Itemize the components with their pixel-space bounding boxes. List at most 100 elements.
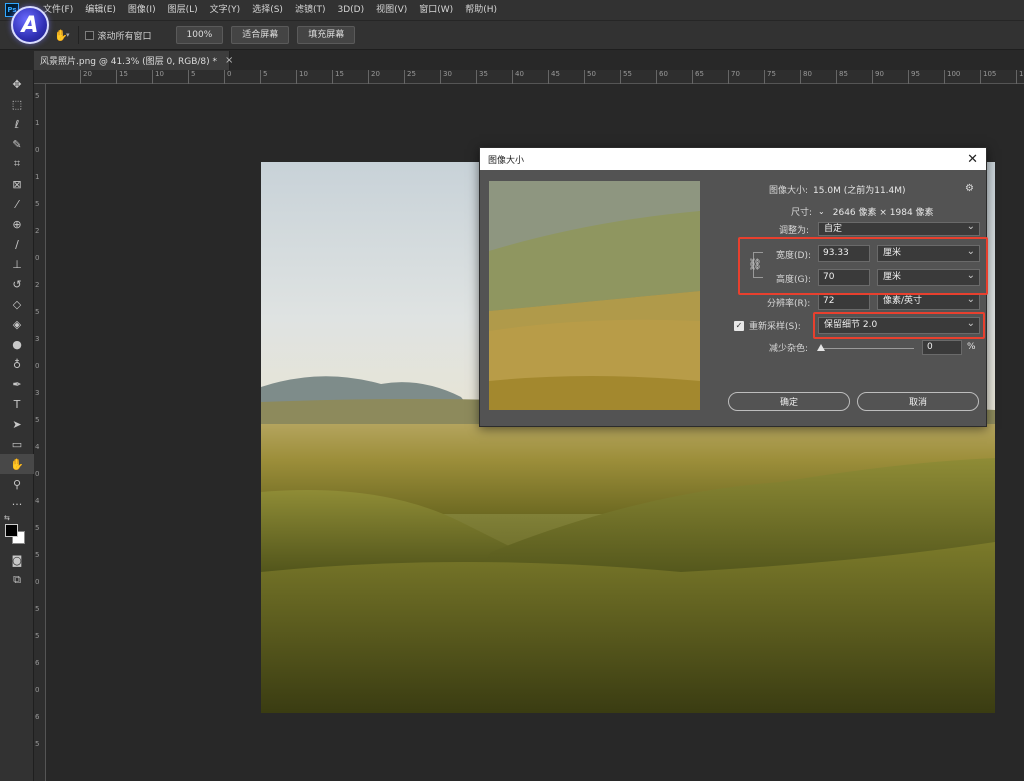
more-icon[interactable]: ··· (0, 494, 34, 514)
scroll-all-windows-option[interactable]: 滚动所有窗口 (84, 29, 152, 42)
menu-window[interactable]: 窗口(W) (413, 0, 459, 20)
color-swatches[interactable]: ⇆ (0, 514, 34, 550)
paint-bucket-icon[interactable]: ◈ (0, 314, 34, 334)
lasso-icon[interactable]: ℓ (0, 114, 34, 134)
ruler-label: 5 (35, 200, 40, 208)
highlight-box-dimensions (738, 237, 988, 295)
ruler-label: 6 (35, 659, 40, 667)
screen-mode-icon[interactable]: ⧉ (0, 570, 34, 590)
document-tab[interactable]: 风景照片.png @ 41.3% (图层 0, RGB/8) * × (34, 51, 233, 70)
path-select-icon[interactable]: ➤ (0, 414, 34, 434)
ruler-label: 4 (35, 497, 40, 505)
cancel-button[interactable]: 取消 (857, 392, 979, 411)
gear-icon[interactable]: ⚙ (965, 183, 974, 194)
ruler-tick: 110 (1016, 70, 1024, 84)
eraser-icon[interactable]: ◇ (0, 294, 34, 314)
chevron-down-icon[interactable]: ▾ (66, 31, 70, 39)
dodge-icon[interactable]: ♁ (0, 354, 34, 374)
eyedropper-icon[interactable]: ⁄ (0, 194, 34, 214)
fill-screen-button[interactable]: 填充屏幕 (297, 26, 356, 44)
fit-to-row: 调整为: (779, 223, 809, 236)
menu-select[interactable]: 选择(S) (246, 0, 289, 20)
move-icon[interactable]: ✥ (0, 74, 34, 94)
dialog-title: 图像大小 (488, 155, 525, 166)
noise-input[interactable]: 0 (922, 340, 962, 355)
ruler-tick: 70 (728, 70, 740, 84)
rectangle-icon[interactable]: ▭ (0, 434, 34, 454)
fit-to-select[interactable]: 自定 (818, 221, 980, 236)
menu-help[interactable]: 帮助(H) (459, 0, 503, 20)
scroll-all-windows-checkbox[interactable] (84, 30, 94, 40)
tools-panel: ✥ ⬚ ℓ ✎ ⌗ ⊠ ⁄ ⊕ ∕ ⊥ ↺ ◇ ◈ ● ♁ ✒ T ➤ ▭ ✋ … (0, 70, 34, 781)
ruler-label: 5 (35, 551, 40, 559)
ok-button[interactable]: 确定 (728, 392, 850, 411)
ruler-tick: 5 (260, 70, 267, 84)
resample-row: ✓ 重新采样(S): (734, 319, 801, 332)
hand-icon[interactable]: ✋ (0, 454, 34, 474)
ruler-label: 5 (35, 524, 40, 532)
ruler-tick: 20 (368, 70, 380, 84)
ruler-label: 0 (35, 686, 40, 694)
image-preview[interactable] (489, 181, 700, 410)
noise-slider-thumb[interactable] (817, 344, 825, 351)
ruler-label: 5 (35, 308, 40, 316)
close-icon[interactable]: ✕ (967, 152, 978, 167)
ruler-label: 6 (35, 713, 40, 721)
ruler-label: 1 (35, 173, 40, 181)
ruler-tick: 10 (296, 70, 308, 84)
menu-view[interactable]: 视图(V) (370, 0, 413, 20)
ruler-tick: 30 (440, 70, 452, 84)
foreground-color-swatch[interactable] (5, 524, 18, 537)
zoom-icon[interactable]: ⚲ (0, 474, 34, 494)
type-icon[interactable]: T (0, 394, 34, 414)
fit-to-label: 调整为: (779, 226, 810, 236)
swap-colors-icon[interactable]: ⇆ (4, 514, 10, 522)
dimensions-value: 2646 像素 × 1984 像素 (832, 208, 934, 218)
ruler-tick: 0 (224, 70, 231, 84)
ruler-label: 0 (35, 254, 40, 262)
zoom-100-button[interactable]: 100% (175, 26, 224, 44)
menu-type[interactable]: 文字(Y) (204, 0, 247, 20)
ruler-tick: 60 (656, 70, 668, 84)
menu-filter[interactable]: 滤镜(T) (289, 0, 332, 20)
blur-icon[interactable]: ● (0, 334, 34, 354)
dialog-title-bar[interactable]: 图像大小 ✕ (480, 148, 986, 170)
dimensions-row: 尺寸: ⌄ 2646 像素 × 1984 像素 (791, 205, 934, 218)
pen-icon[interactable]: ✒ (0, 374, 34, 394)
quick-select-icon[interactable]: ✎ (0, 134, 34, 154)
history-brush-icon[interactable]: ↺ (0, 274, 34, 294)
frame-icon[interactable]: ⊠ (0, 174, 34, 194)
marquee-icon[interactable]: ⬚ (0, 94, 34, 114)
resolution-input[interactable]: 72 (818, 293, 870, 310)
ruler-tick: 40 (512, 70, 524, 84)
document-tab-bar: 风景照片.png @ 41.3% (图层 0, RGB/8) * × (34, 51, 1024, 70)
options-bar: ✋ ▾ 滚动所有窗口 100% 适合屏幕 填充屏幕 (0, 20, 1024, 50)
divider (77, 26, 79, 44)
crop-icon[interactable]: ⌗ (0, 154, 34, 174)
hand-tool-preset-icon[interactable]: ✋ (54, 29, 68, 42)
menu-edit[interactable]: 编辑(E) (79, 0, 122, 20)
chevron-down-icon[interactable]: ⌄ (818, 207, 825, 216)
ruler-tick: 65 (692, 70, 704, 84)
menu-3d[interactable]: 3D(D) (331, 0, 370, 20)
image-size-row: 图像大小: 15.0M (之前为11.4M) (769, 183, 906, 196)
brush-icon[interactable]: ∕ (0, 234, 34, 254)
resample-checkbox[interactable]: ✓ (734, 320, 744, 331)
ruler-tick: 75 (764, 70, 776, 84)
healing-icon[interactable]: ⊕ (0, 214, 34, 234)
horizontal-ruler: 20 15 10 5 0 5 10 15 20 25 30 35 40 45 50 55 60 65 70 75 80 8… (34, 70, 1024, 84)
fit-screen-button[interactable]: 适合屏幕 (231, 26, 290, 44)
ruler-tick: 20 (80, 70, 92, 84)
noise-unit: % (967, 342, 976, 352)
quick-mask-icon[interactable]: ◙ (0, 550, 34, 570)
resample-label: 重新采样(S): (749, 322, 801, 332)
stamp-icon[interactable]: ⊥ (0, 254, 34, 274)
menu-bar: Ps 文件(F) 编辑(E) 图像(I) 图层(L) 文字(Y) 选择(S) 滤… (0, 0, 1024, 20)
menu-layer[interactable]: 图层(L) (162, 0, 204, 20)
close-icon[interactable]: × (225, 55, 233, 66)
noise-slider-track[interactable] (820, 348, 914, 349)
menu-image[interactable]: 图像(I) (122, 0, 162, 20)
ruler-label: 5 (35, 632, 40, 640)
highlight-box-resample (813, 312, 985, 339)
resolution-unit-select[interactable]: 像素/英寸 (877, 292, 980, 310)
